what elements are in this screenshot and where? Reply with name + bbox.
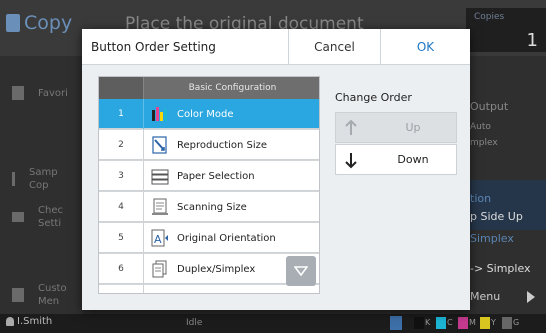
right-simplex-label: mplex <box>470 138 498 148</box>
color-mode-icon <box>152 107 167 121</box>
check-settings-icon <box>12 212 24 222</box>
status-user-name: I.Smith <box>17 316 53 327</box>
scroll-down-button[interactable] <box>286 256 316 286</box>
copy-icon <box>6 14 20 32</box>
row-number: 1 <box>99 99 144 129</box>
original-orientation-icon: A <box>151 229 168 247</box>
ink-c-icon <box>436 317 446 329</box>
change-order-label: Change Order <box>335 91 412 104</box>
move-down-button[interactable]: Down <box>335 144 457 175</box>
sample-copy-icon <box>12 172 15 186</box>
right-auto-label: Auto <box>470 122 491 132</box>
ink-m-label: M <box>469 318 476 327</box>
left-item-label: Favori <box>38 87 68 99</box>
move-up-label: Up <box>405 121 421 134</box>
list-row-partial[interactable] <box>99 285 319 293</box>
row-number <box>99 285 144 293</box>
row-number: 3 <box>99 161 144 191</box>
move-up-button[interactable]: Up <box>335 112 457 143</box>
list-row-original-orientation[interactable]: 5 A Original Orientation <box>99 223 319 253</box>
ink-status-icon <box>390 316 402 330</box>
left-item-label: Samp Cop <box>29 167 58 191</box>
row-label: Paper Selection <box>177 170 255 182</box>
move-down-label: Down <box>397 153 429 166</box>
ink-k-label: K <box>425 318 431 327</box>
copies-label: Copies <box>474 12 505 22</box>
reproduction-size-icon <box>152 136 167 154</box>
ink-y-label: Y <box>491 318 496 327</box>
ink-c-label: C <box>447 318 453 327</box>
cancel-button[interactable]: Cancel <box>288 29 380 65</box>
list-header-title: Basic Configuration <box>188 83 277 93</box>
list-row-color-mode[interactable]: 1 Color Mode <box>99 99 319 129</box>
dialog-title: Button Order Setting <box>91 40 216 54</box>
button-order-list[interactable]: Basic Configuration 1 Color Mode 2 Repro… <box>98 76 320 294</box>
menu-arrow-icon <box>527 291 535 303</box>
ink-g-label: G <box>513 318 520 327</box>
app-title: Copy <box>6 12 72 34</box>
row-label: Original Orientation <box>177 232 276 244</box>
custom-menu-icon <box>12 288 24 302</box>
row-number: 4 <box>99 192 144 222</box>
list-row-scanning-size[interactable]: 4 Scanning Size <box>99 192 319 222</box>
row-number: 5 <box>99 223 144 253</box>
user-icon <box>6 317 14 326</box>
paper-selection-icon <box>151 169 169 185</box>
row-label: Scanning Size <box>177 201 247 213</box>
arrow-up-icon <box>345 119 357 135</box>
dialog-header: Button Order Setting Cancel OK <box>82 29 470 65</box>
list-row-paper-selection[interactable]: 3 Paper Selection <box>99 161 319 191</box>
ink-y-icon <box>480 317 490 329</box>
copies-value: 1 <box>526 30 538 51</box>
right-tion-label: tion <box>470 192 492 205</box>
ink-g-icon <box>502 317 512 329</box>
button-order-dialog: Button Order Setting Cancel OK Basic Con… <box>82 29 470 310</box>
list-row-reproduction-size[interactable]: 2 Reproduction Size <box>99 130 319 160</box>
right-output-label: Output <box>470 100 509 113</box>
favorite-icon <box>12 86 24 100</box>
right-simplex2-label: Simplex <box>470 232 514 245</box>
row-number: 6 <box>99 254 144 284</box>
status-idle: Idle <box>186 318 203 328</box>
list-header: Basic Configuration <box>99 77 319 99</box>
ok-button[interactable]: OK <box>380 29 470 65</box>
arrow-down-icon <box>345 153 357 169</box>
right-menu-button[interactable]: Menu <box>470 290 500 303</box>
list-header-number-column <box>99 77 144 99</box>
ink-k-icon <box>414 317 424 329</box>
left-item-label: Chec Setti <box>38 205 63 229</box>
row-number: 2 <box>99 130 144 160</box>
right-to-simplex-label: -> Simplex <box>470 262 531 275</box>
status-user: I.Smith <box>6 316 52 327</box>
row-label: Duplex/Simplex <box>177 263 256 275</box>
row-label: Color Mode <box>177 108 234 120</box>
svg-text:A: A <box>154 233 162 246</box>
duplex-simplex-icon <box>152 260 167 278</box>
row-label: Reproduction Size <box>177 139 268 151</box>
left-item-label: Custo Men <box>38 283 67 307</box>
chevron-down-icon <box>294 266 308 276</box>
left-item-favorite[interactable]: Favori <box>12 86 68 100</box>
left-item-sample-copy[interactable]: Samp Cop <box>12 166 58 192</box>
left-item-custom-menu[interactable]: Custo Men <box>12 282 67 308</box>
ink-m-icon <box>458 317 468 329</box>
left-item-check-settings[interactable]: Chec Setti <box>12 204 63 230</box>
right-side-up-label: p Side Up <box>470 210 523 223</box>
app-title-label: Copy <box>24 12 73 34</box>
scanning-size-icon <box>152 198 168 215</box>
